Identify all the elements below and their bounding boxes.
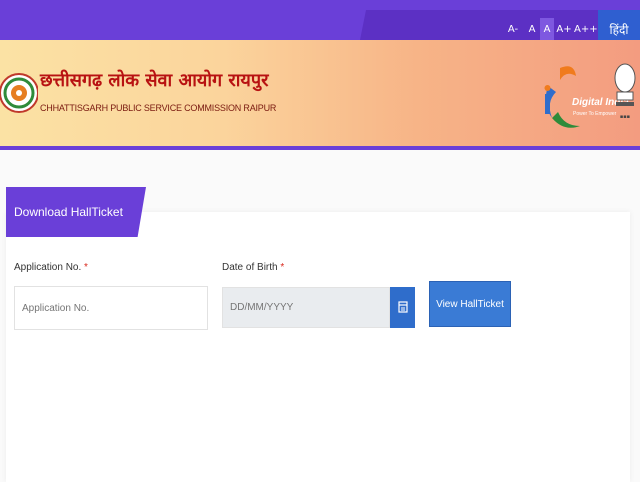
dob-input[interactable]: [222, 287, 390, 328]
view-hallticket-button[interactable]: View HallTicket: [429, 281, 511, 327]
application-number-input[interactable]: [14, 286, 208, 330]
application-number-label: Application No. *: [14, 262, 88, 273]
font-increase-button[interactable]: A+: [556, 18, 572, 42]
required-marker: *: [280, 262, 285, 273]
national-emblem-icon: ▪▪▪: [614, 63, 636, 120]
font-decrease-button[interactable]: A-: [506, 18, 520, 42]
svg-text:▪▪▪: ▪▪▪: [620, 114, 630, 120]
hallticket-card: [6, 212, 630, 482]
dob-label: Date of Birth *: [222, 262, 284, 273]
dob-label-text: Date of Birth: [222, 262, 278, 273]
cgpsc-emblem-icon: [0, 73, 38, 113]
calendar-picker-button[interactable]: [390, 287, 415, 328]
font-default-button[interactable]: A: [540, 18, 554, 42]
banner-divider: [0, 146, 640, 150]
org-name-hindi: छत्तीसगढ़ लोक सेवा आयोग रायपुर: [40, 70, 269, 91]
application-number-label-text: Application No.: [14, 262, 82, 273]
org-name-english: CHHATTISGARH PUBLIC SERVICE COMMISSION R…: [40, 103, 277, 113]
calendar-icon: [398, 301, 408, 313]
required-marker: *: [84, 262, 88, 273]
card-title: Download HallTicket: [14, 205, 123, 219]
font-normal-button[interactable]: A: [525, 18, 539, 42]
font-increase-more-button[interactable]: A++: [574, 18, 598, 42]
digital-india-tagline: Power To Empower: [573, 111, 617, 117]
